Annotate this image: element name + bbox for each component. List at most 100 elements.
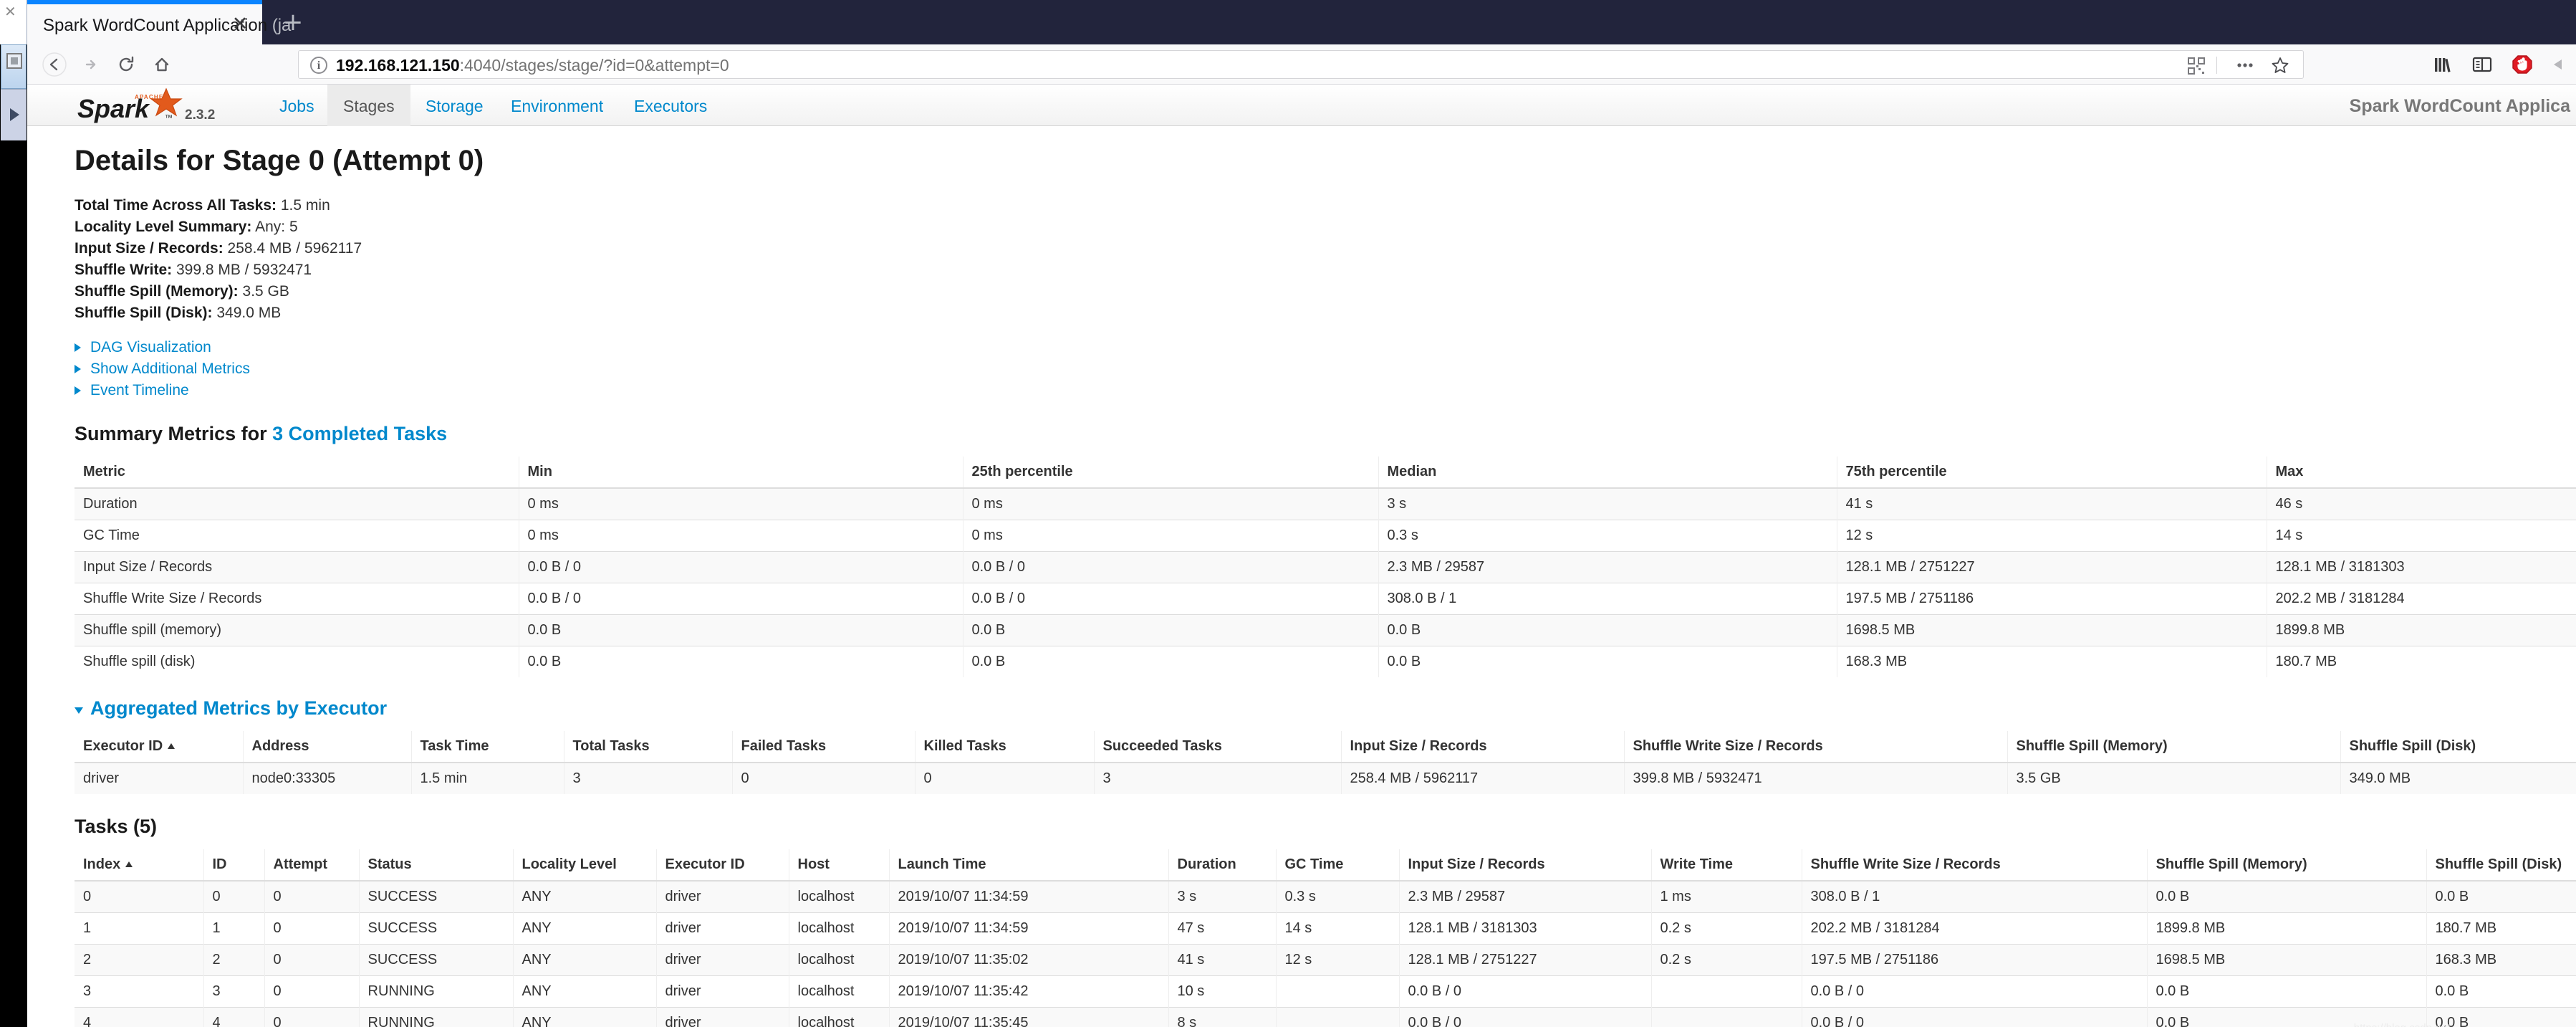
- spark-tab-jobs[interactable]: Jobs: [264, 85, 330, 126]
- browser-tab-spark[interactable]: Spark WordCount Application (ja ✕: [27, 0, 291, 44]
- col-succeeded-tasks[interactable]: Succeeded Tasks: [1094, 731, 1342, 763]
- col-max[interactable]: Max: [2267, 457, 2576, 489]
- summary-label: Shuffle Spill (Disk):: [75, 305, 213, 321]
- col-input-size-records[interactable]: Input Size / Records: [1399, 849, 1652, 882]
- expander-event-timeline[interactable]: Event Timeline: [75, 380, 2576, 401]
- page-actions-ellipsis-icon[interactable]: [2234, 56, 2256, 75]
- page-title: Details for Stage 0 (Attempt 0): [75, 145, 484, 176]
- col-attempt[interactable]: Attempt: [264, 849, 360, 882]
- vm-close-button[interactable]: ✕: [0, 0, 27, 44]
- expander-dag-visualization[interactable]: DAG Visualization: [75, 337, 2576, 358]
- cell-median: 308.0 B / 1: [1378, 583, 1837, 615]
- table-row: Shuffle spill (disk) 0.0 B 0.0 B 0.0 B 168.3…: [75, 646, 2576, 677]
- cell-index[interactable]: 3: [75, 975, 204, 1008]
- col-executor-id[interactable]: Executor ID: [75, 731, 244, 763]
- cell-shuffle-spill-memory: 3.5 GB: [2007, 762, 2341, 794]
- col-status[interactable]: Status: [359, 849, 514, 882]
- completed-tasks-link[interactable]: 3 Completed Tasks: [272, 423, 447, 444]
- col-launch-time[interactable]: Launch Time: [889, 849, 1169, 882]
- spark-tab-executors[interactable]: Executors: [618, 85, 723, 126]
- col-75th[interactable]: 75th percentile: [1837, 457, 2267, 489]
- spark-tab-stages[interactable]: Stages: [327, 85, 410, 126]
- col-shuffle-spill-memory[interactable]: Shuffle Spill (Memory): [2147, 849, 2427, 882]
- cell-failed-tasks: 0: [732, 762, 915, 794]
- adblock-icon[interactable]: [2510, 53, 2534, 76]
- cell-input-size-records: 0.0 B / 0: [1399, 975, 1652, 1008]
- col-task-time[interactable]: Task Time: [411, 731, 564, 763]
- col-min[interactable]: Min: [519, 457, 963, 489]
- col-index[interactable]: Index: [75, 849, 204, 882]
- summary-metrics-heading-prefix: Summary Metrics for: [75, 423, 273, 444]
- cell-status: SUCCESS: [359, 880, 514, 913]
- bookmark-star-icon[interactable]: [2270, 56, 2292, 75]
- vm-expand-button[interactable]: [1, 89, 27, 140]
- col-address[interactable]: Address: [243, 731, 412, 763]
- cell-launch-time: 2019/10/07 11:35:42: [889, 975, 1169, 1008]
- cell-75th: 128.1 MB / 2751227: [1837, 551, 2267, 583]
- col-gc-time[interactable]: GC Time: [1276, 849, 1400, 882]
- qr-code-icon[interactable]: [2187, 57, 2209, 75]
- cell-host: localhost: [789, 880, 890, 913]
- col-shuffle-spill-disk[interactable]: Shuffle Spill (Disk): [2426, 849, 2576, 882]
- aggregated-metrics-heading[interactable]: Aggregated Metrics by Executor: [75, 697, 2576, 720]
- watermark: https://blog.csdn.net: [2354, 1022, 2450, 1027]
- cell-executor-id: driver: [656, 880, 789, 913]
- col-executor-id[interactable]: Executor ID: [656, 849, 789, 882]
- cell-index[interactable]: 0: [75, 880, 204, 913]
- cell-gc-time: 14 s: [1276, 912, 1400, 945]
- col-shuffle-write-size-records[interactable]: Shuffle Write Size / Records: [1802, 849, 2148, 882]
- spark-tab-storage[interactable]: Storage: [410, 85, 499, 126]
- table-row: GC Time 0 ms 0 ms 0.3 s 12 s 14 s: [75, 520, 2576, 552]
- cell-shuffle-spill-disk: 0.0 B: [2426, 975, 2576, 1008]
- reload-icon[interactable]: [113, 52, 139, 77]
- cell-index[interactable]: 4: [75, 1007, 204, 1027]
- cell-shuffle-write-size-records: 0.0 B / 0: [1802, 1007, 2148, 1027]
- forward-icon[interactable]: [77, 52, 103, 77]
- address-bar[interactable]: i 192.168.121.150:4040/stages/stage/?id=…: [298, 50, 2304, 79]
- col-host[interactable]: Host: [789, 849, 890, 882]
- col-id[interactable]: ID: [203, 849, 265, 882]
- cell-shuffle-spill-memory: 0.0 B: [2147, 880, 2427, 913]
- col-total-tasks[interactable]: Total Tasks: [564, 731, 733, 763]
- cell-shuffle-spill-disk: 168.3 MB: [2426, 944, 2576, 976]
- col-input-size-records[interactable]: Input Size / Records: [1341, 731, 1625, 763]
- col-shuffle-spill-disk[interactable]: Shuffle Spill (Disk): [2340, 731, 2576, 763]
- col-failed-tasks[interactable]: Failed Tasks: [732, 731, 915, 763]
- cell-index[interactable]: 2: [75, 944, 204, 976]
- cell-attempt: 0: [264, 880, 360, 913]
- spark-navbar: APACHE Spark ™ 2.3.2 Jobs Stages Storage…: [27, 85, 2576, 126]
- col-shuffle-write-size-records[interactable]: Shuffle Write Size / Records: [1624, 731, 2008, 763]
- caret-down-icon: [75, 707, 83, 714]
- site-info-icon[interactable]: i: [310, 57, 327, 74]
- new-tab-button[interactable]: +: [278, 9, 308, 37]
- col-metric[interactable]: Metric: [75, 457, 519, 489]
- col-killed-tasks[interactable]: Killed Tasks: [915, 731, 1095, 763]
- col-write-time[interactable]: Write Time: [1651, 849, 1802, 882]
- back-icon[interactable]: [42, 52, 67, 77]
- summary-value: Any: 5: [251, 219, 298, 235]
- col-median[interactable]: Median: [1378, 457, 1837, 489]
- cell-25th: 0.0 B: [963, 614, 1379, 646]
- overflow-arrow-icon[interactable]: [2546, 53, 2570, 76]
- spark-ui-page: APACHE Spark ™ 2.3.2 Jobs Stages Storage…: [27, 85, 2576, 1027]
- caret-right-icon: [75, 343, 81, 352]
- vm-window-button[interactable]: [1, 44, 27, 89]
- expander-show-additional-metrics[interactable]: Show Additional Metrics: [75, 358, 2576, 380]
- spark-tab-environment[interactable]: Environment: [495, 85, 619, 126]
- cell-shuffle-write-size-records: 399.8 MB / 5932471: [1624, 762, 2008, 794]
- tab-close-icon[interactable]: ✕: [229, 14, 251, 36]
- cell-address: node0:33305: [243, 762, 412, 794]
- cell-max: 202.2 MB / 3181284: [2267, 583, 2576, 615]
- col-shuffle-spill-memory[interactable]: Shuffle Spill (Memory): [2007, 731, 2341, 763]
- library-icon[interactable]: [2430, 53, 2454, 76]
- cell-25th: 0.0 B / 0: [963, 583, 1379, 615]
- col-duration[interactable]: Duration: [1168, 849, 1277, 882]
- cell-status: SUCCESS: [359, 944, 514, 976]
- sidebar-icon[interactable]: [2470, 53, 2494, 76]
- cell-locality-level: ANY: [513, 975, 657, 1008]
- col-25th[interactable]: 25th percentile: [963, 457, 1379, 489]
- cell-index[interactable]: 1: [75, 912, 204, 945]
- cell-executor-id: driver: [656, 944, 789, 976]
- home-icon[interactable]: [149, 52, 175, 77]
- col-locality-level[interactable]: Locality Level: [513, 849, 657, 882]
